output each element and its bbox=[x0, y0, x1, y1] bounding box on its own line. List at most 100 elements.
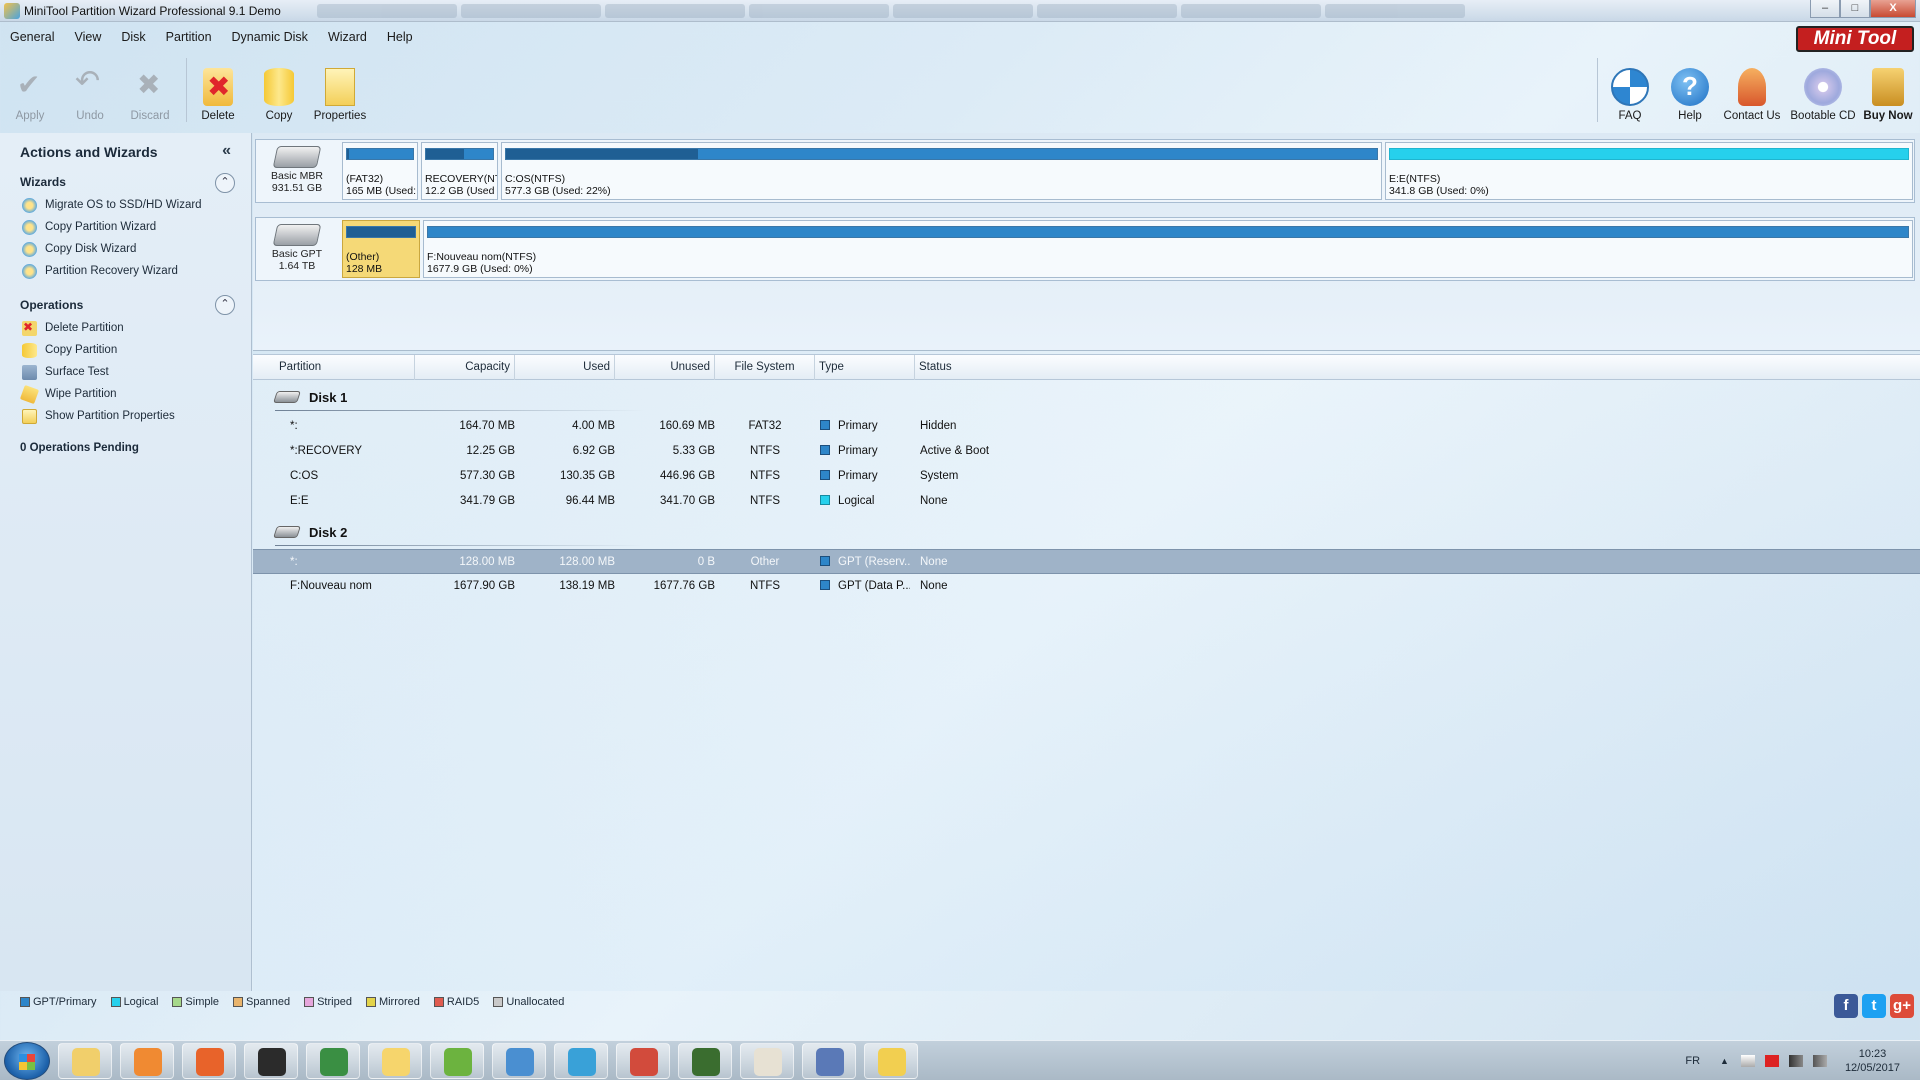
twitter-icon[interactable]: t bbox=[1862, 994, 1886, 1018]
wizards-section-title: Wizards bbox=[20, 175, 66, 189]
taskbar-app-button[interactable] bbox=[554, 1043, 608, 1079]
legend-item: RAID5 bbox=[433, 996, 479, 1008]
hard-disk-icon bbox=[273, 391, 301, 403]
app-icon bbox=[4, 2, 20, 19]
globe-icon bbox=[692, 1048, 720, 1076]
taskbar-app-button[interactable] bbox=[368, 1043, 422, 1079]
disk-1-info[interactable]: Basic MBR 931.51 GB bbox=[256, 140, 338, 202]
column-header-type[interactable]: Type bbox=[815, 355, 915, 380]
column-header-capacity[interactable]: Capacity bbox=[415, 355, 515, 380]
column-header-unused[interactable]: Unused bbox=[615, 355, 715, 380]
bootable-cd-button[interactable]: Bootable CD bbox=[1790, 52, 1856, 124]
disk-map-partition-selected[interactable]: (Other) 128 MB bbox=[342, 220, 420, 278]
maximize-button[interactable]: □ bbox=[1840, 0, 1870, 18]
taskbar-app-button[interactable] bbox=[864, 1043, 918, 1079]
apply-button[interactable]: Apply bbox=[0, 52, 60, 124]
taskbar-app-button[interactable] bbox=[492, 1043, 546, 1079]
taskbar-app-button[interactable] bbox=[58, 1043, 112, 1079]
disk-map-partition[interactable]: E:E(NTFS) 341.8 GB (Used: 0%) bbox=[1385, 142, 1913, 200]
column-header-status[interactable]: Status bbox=[915, 355, 1920, 380]
facebook-icon[interactable]: f bbox=[1834, 994, 1858, 1018]
column-header-partition[interactable]: Partition bbox=[275, 355, 415, 380]
menu-dynamic-disk[interactable]: Dynamic Disk bbox=[222, 25, 318, 49]
taskbar-app-button[interactable] bbox=[802, 1043, 856, 1079]
operations-collapse-toggle[interactable]: ⌃ bbox=[215, 295, 235, 315]
menu-wizard[interactable]: Wizard bbox=[318, 25, 377, 49]
taskbar-app-button[interactable] bbox=[244, 1043, 298, 1079]
table-row[interactable]: F:Nouveau nom 1677.90 GB 138.19 MB 1677.… bbox=[253, 574, 1920, 599]
disk-2-info[interactable]: Basic GPT 1.64 TB bbox=[256, 218, 338, 280]
toolbox-icon bbox=[630, 1048, 658, 1076]
disk-1-group-header[interactable]: Disk 1 bbox=[273, 384, 347, 410]
wizard-copy-partition[interactable]: Copy Partition Wizard bbox=[22, 218, 156, 236]
close-button[interactable]: X bbox=[1870, 0, 1916, 18]
network-icon[interactable] bbox=[1788, 1055, 1803, 1067]
menu-help[interactable]: Help bbox=[377, 25, 423, 49]
contact-icon bbox=[1738, 68, 1766, 106]
disk-map-row-disk-1[interactable]: Basic MBR 931.51 GB (FAT32) 165 MB (Used… bbox=[255, 139, 1915, 203]
table-header: Partition Capacity Used Unused File Syst… bbox=[253, 354, 1920, 380]
google-plus-icon[interactable]: g+ bbox=[1890, 994, 1914, 1018]
disk-map-partition[interactable]: F:Nouveau nom(NTFS) 1677.9 GB (Used: 0%) bbox=[423, 220, 1913, 278]
undo-button[interactable]: Undo bbox=[60, 52, 120, 124]
copy-icon bbox=[22, 342, 37, 358]
menu-partition[interactable]: Partition bbox=[156, 25, 222, 49]
antivirus-icon[interactable] bbox=[1764, 1055, 1779, 1067]
menu-general[interactable]: General bbox=[0, 25, 64, 49]
contact-us-button[interactable]: Contact Us bbox=[1722, 52, 1782, 124]
wizard-icon bbox=[22, 241, 37, 257]
action-center-flag-icon[interactable] bbox=[1740, 1055, 1755, 1067]
wizard-icon bbox=[22, 219, 37, 235]
minimize-button[interactable]: – bbox=[1810, 0, 1840, 18]
taskbar-app-button[interactable] bbox=[182, 1043, 236, 1079]
menu-disk[interactable]: Disk bbox=[111, 25, 155, 49]
show-hidden-icons[interactable]: ▲ bbox=[1720, 1056, 1729, 1066]
disk-map-partition[interactable]: C:OS(NTFS) 577.3 GB (Used: 22%) bbox=[501, 142, 1382, 200]
column-header-file-system[interactable]: File System bbox=[715, 355, 815, 380]
volume-icon[interactable] bbox=[1812, 1055, 1827, 1067]
taskbar-app-button[interactable] bbox=[120, 1043, 174, 1079]
help-button[interactable]: ? Help bbox=[1660, 52, 1720, 124]
table-row[interactable]: *:RECOVERY 12.25 GB 6.92 GB 5.33 GB NTFS… bbox=[253, 439, 1920, 464]
taskbar-app-button[interactable] bbox=[678, 1043, 732, 1079]
wizard-copy-disk[interactable]: Copy Disk Wizard bbox=[22, 240, 136, 258]
operation-surface-test[interactable]: Surface Test bbox=[22, 363, 109, 381]
delete-icon bbox=[203, 68, 233, 106]
operation-delete-partition[interactable]: Delete Partition bbox=[22, 319, 124, 337]
menu-view[interactable]: View bbox=[64, 25, 111, 49]
group-divider bbox=[275, 545, 645, 546]
discard-button[interactable]: Discard bbox=[120, 52, 180, 124]
wizard-migrate-os[interactable]: Migrate OS to SSD/HD Wizard bbox=[22, 196, 202, 214]
copy-button[interactable]: Copy bbox=[249, 52, 309, 124]
collapse-panel-icon[interactable]: « bbox=[222, 142, 231, 160]
table-row[interactable]: C:OS 577.30 GB 130.35 GB 446.96 GB NTFS … bbox=[253, 464, 1920, 489]
hard-disk-icon bbox=[273, 526, 301, 538]
disk-map-partition[interactable]: (FAT32) 165 MB (Used: bbox=[342, 142, 418, 200]
operation-show-partition-properties[interactable]: Show Partition Properties bbox=[22, 407, 175, 425]
buy-now-button[interactable]: Buy Now bbox=[1858, 52, 1918, 124]
faq-button[interactable]: FAQ bbox=[1600, 52, 1660, 124]
clock[interactable]: 10:23 12/05/2017 bbox=[1845, 1047, 1900, 1075]
delete-button[interactable]: Delete bbox=[188, 52, 248, 124]
operation-wipe-partition[interactable]: Wipe Partition bbox=[19, 384, 117, 404]
table-row[interactable]: E:E 341.79 GB 96.44 MB 341.70 GB NTFS Lo… bbox=[253, 489, 1920, 514]
table-row-selected[interactable]: *: 128.00 MB 128.00 MB 0 B Other GPT (Re… bbox=[253, 549, 1920, 574]
usage-bar bbox=[425, 148, 494, 160]
undo-icon bbox=[71, 64, 109, 106]
taskbar-app-button[interactable] bbox=[306, 1043, 360, 1079]
properties-button[interactable]: Properties bbox=[310, 52, 370, 124]
table-row[interactable]: *: 164.70 MB 4.00 MB 160.69 MB FAT32 Pri… bbox=[253, 414, 1920, 439]
disk-map-row-disk-2[interactable]: Basic GPT 1.64 TB (Other) 128 MB F:Nouve… bbox=[255, 217, 1915, 281]
taskbar-app-button[interactable] bbox=[430, 1043, 484, 1079]
disk-map-partition[interactable]: RECOVERY(NT 12.2 GB (Used bbox=[421, 142, 498, 200]
start-button[interactable] bbox=[4, 1042, 50, 1080]
wizards-collapse-toggle[interactable]: ⌃ bbox=[215, 173, 235, 193]
minitool-logo[interactable]: Mini Tool bbox=[1796, 26, 1914, 52]
taskbar-app-button[interactable] bbox=[616, 1043, 670, 1079]
wizard-partition-recovery[interactable]: Partition Recovery Wizard bbox=[22, 262, 178, 280]
column-header-used[interactable]: Used bbox=[515, 355, 615, 380]
operation-copy-partition[interactable]: Copy Partition bbox=[22, 341, 117, 359]
disk-2-group-header[interactable]: Disk 2 bbox=[273, 519, 347, 545]
taskbar-app-button[interactable] bbox=[740, 1043, 794, 1079]
language-indicator[interactable]: FR bbox=[1685, 1055, 1700, 1067]
